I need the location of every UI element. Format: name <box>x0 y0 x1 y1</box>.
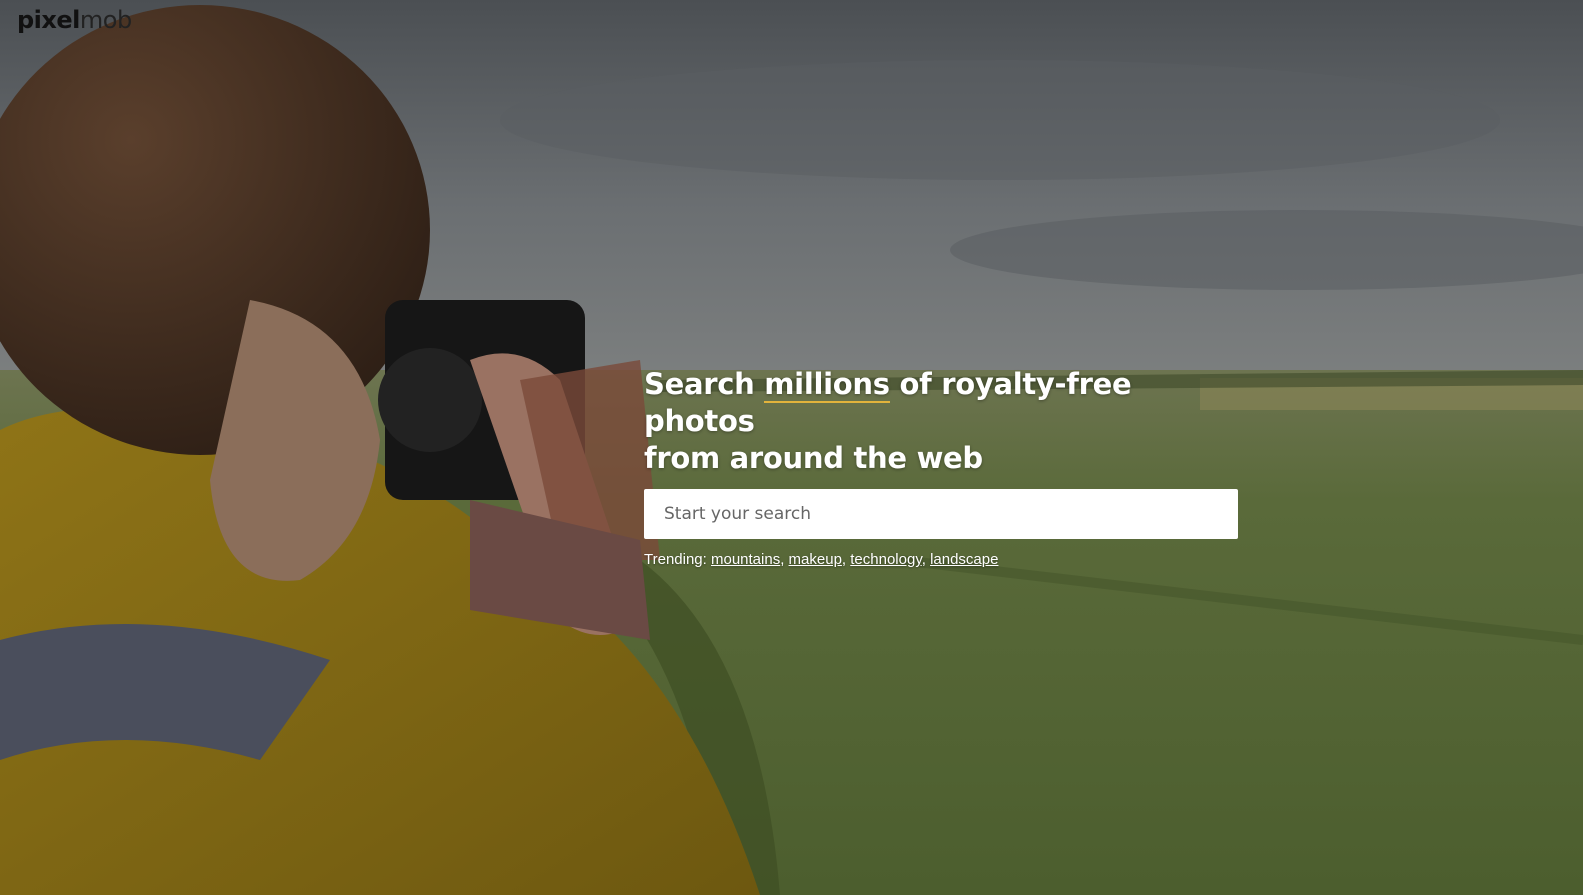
trending-link-technology[interactable]: technology <box>850 551 921 568</box>
logo-part-mob: mob <box>79 6 132 34</box>
trending-link-makeup[interactable]: makeup <box>789 551 842 568</box>
site-logo[interactable]: pixelmob <box>17 6 132 34</box>
search-input[interactable] <box>644 489 1238 539</box>
hero-section: pixelmob Search millions of royalty-free… <box>0 0 1583 895</box>
logo-part-pixel: pixel <box>17 6 80 34</box>
trending-link-mountains[interactable]: mountains <box>711 551 780 568</box>
search-panel: Search millions of royalty-free photos f… <box>644 366 1244 568</box>
headline-prefix: Search <box>644 367 755 401</box>
trending-row: Trending: mountains, makeup, technology,… <box>644 551 999 568</box>
trending-label: Trending: <box>644 551 707 568</box>
headline-highlight: millions <box>764 367 890 403</box>
hero-headline: Search millions of royalty-free photos f… <box>644 366 1244 477</box>
headline-line2: from around the web <box>644 441 983 475</box>
trending-link-landscape[interactable]: landscape <box>930 551 998 568</box>
